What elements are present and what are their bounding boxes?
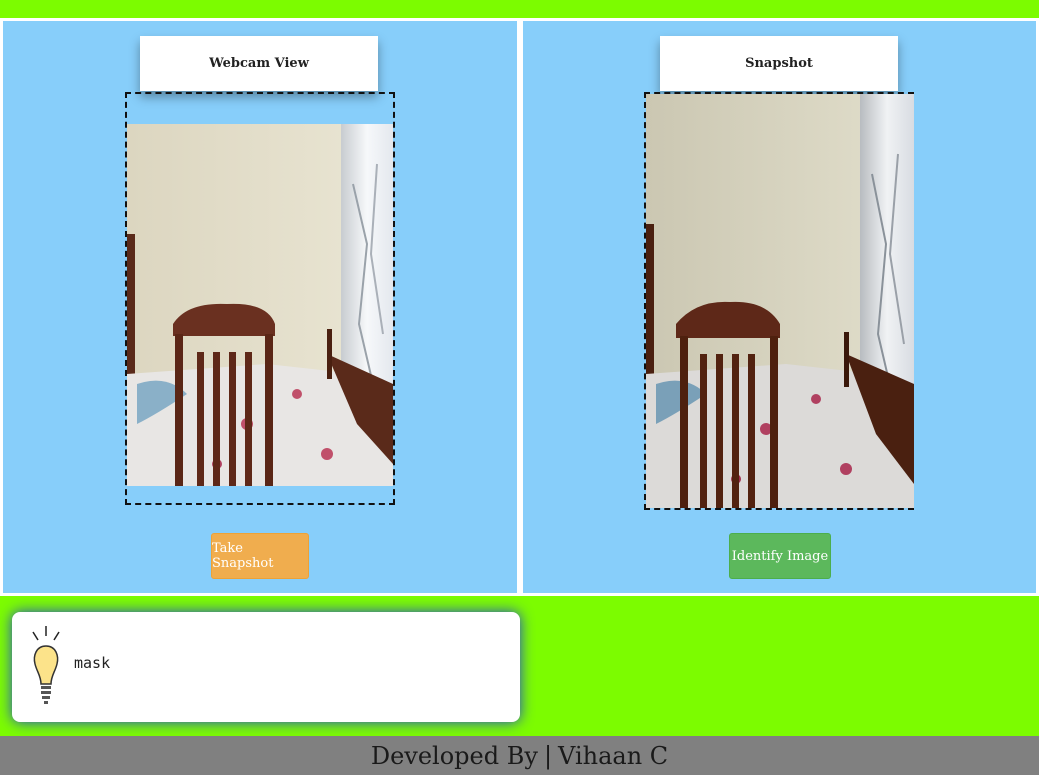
snapshot-frame	[644, 92, 914, 510]
footer-prefix: Developed By	[370, 741, 538, 770]
lightbulb-icon	[30, 624, 62, 714]
prediction-text: mask	[74, 654, 111, 672]
snapshot-image	[646, 94, 914, 508]
webcam-frame	[125, 92, 395, 505]
footer: Developed By | Vihaan C	[0, 736, 1039, 775]
take-snapshot-button[interactable]: Take Snapshot	[211, 533, 309, 579]
bedroom-scene-image	[127, 124, 393, 486]
webcam-panel: Webcam View Take Snapshot	[0, 18, 520, 596]
bedroom-snapshot-image	[646, 94, 914, 508]
snapshot-panel: Snapshot Identify Image	[520, 18, 1039, 596]
footer-author: Vihaan C	[558, 741, 669, 770]
prediction-result-card: mask	[12, 612, 520, 722]
webcam-title: Webcam View	[140, 36, 378, 91]
webcam-video-feed	[127, 124, 393, 486]
footer-separator: |	[543, 741, 553, 770]
snapshot-title: Snapshot	[660, 36, 898, 91]
identify-image-button[interactable]: Identify Image	[729, 533, 831, 579]
